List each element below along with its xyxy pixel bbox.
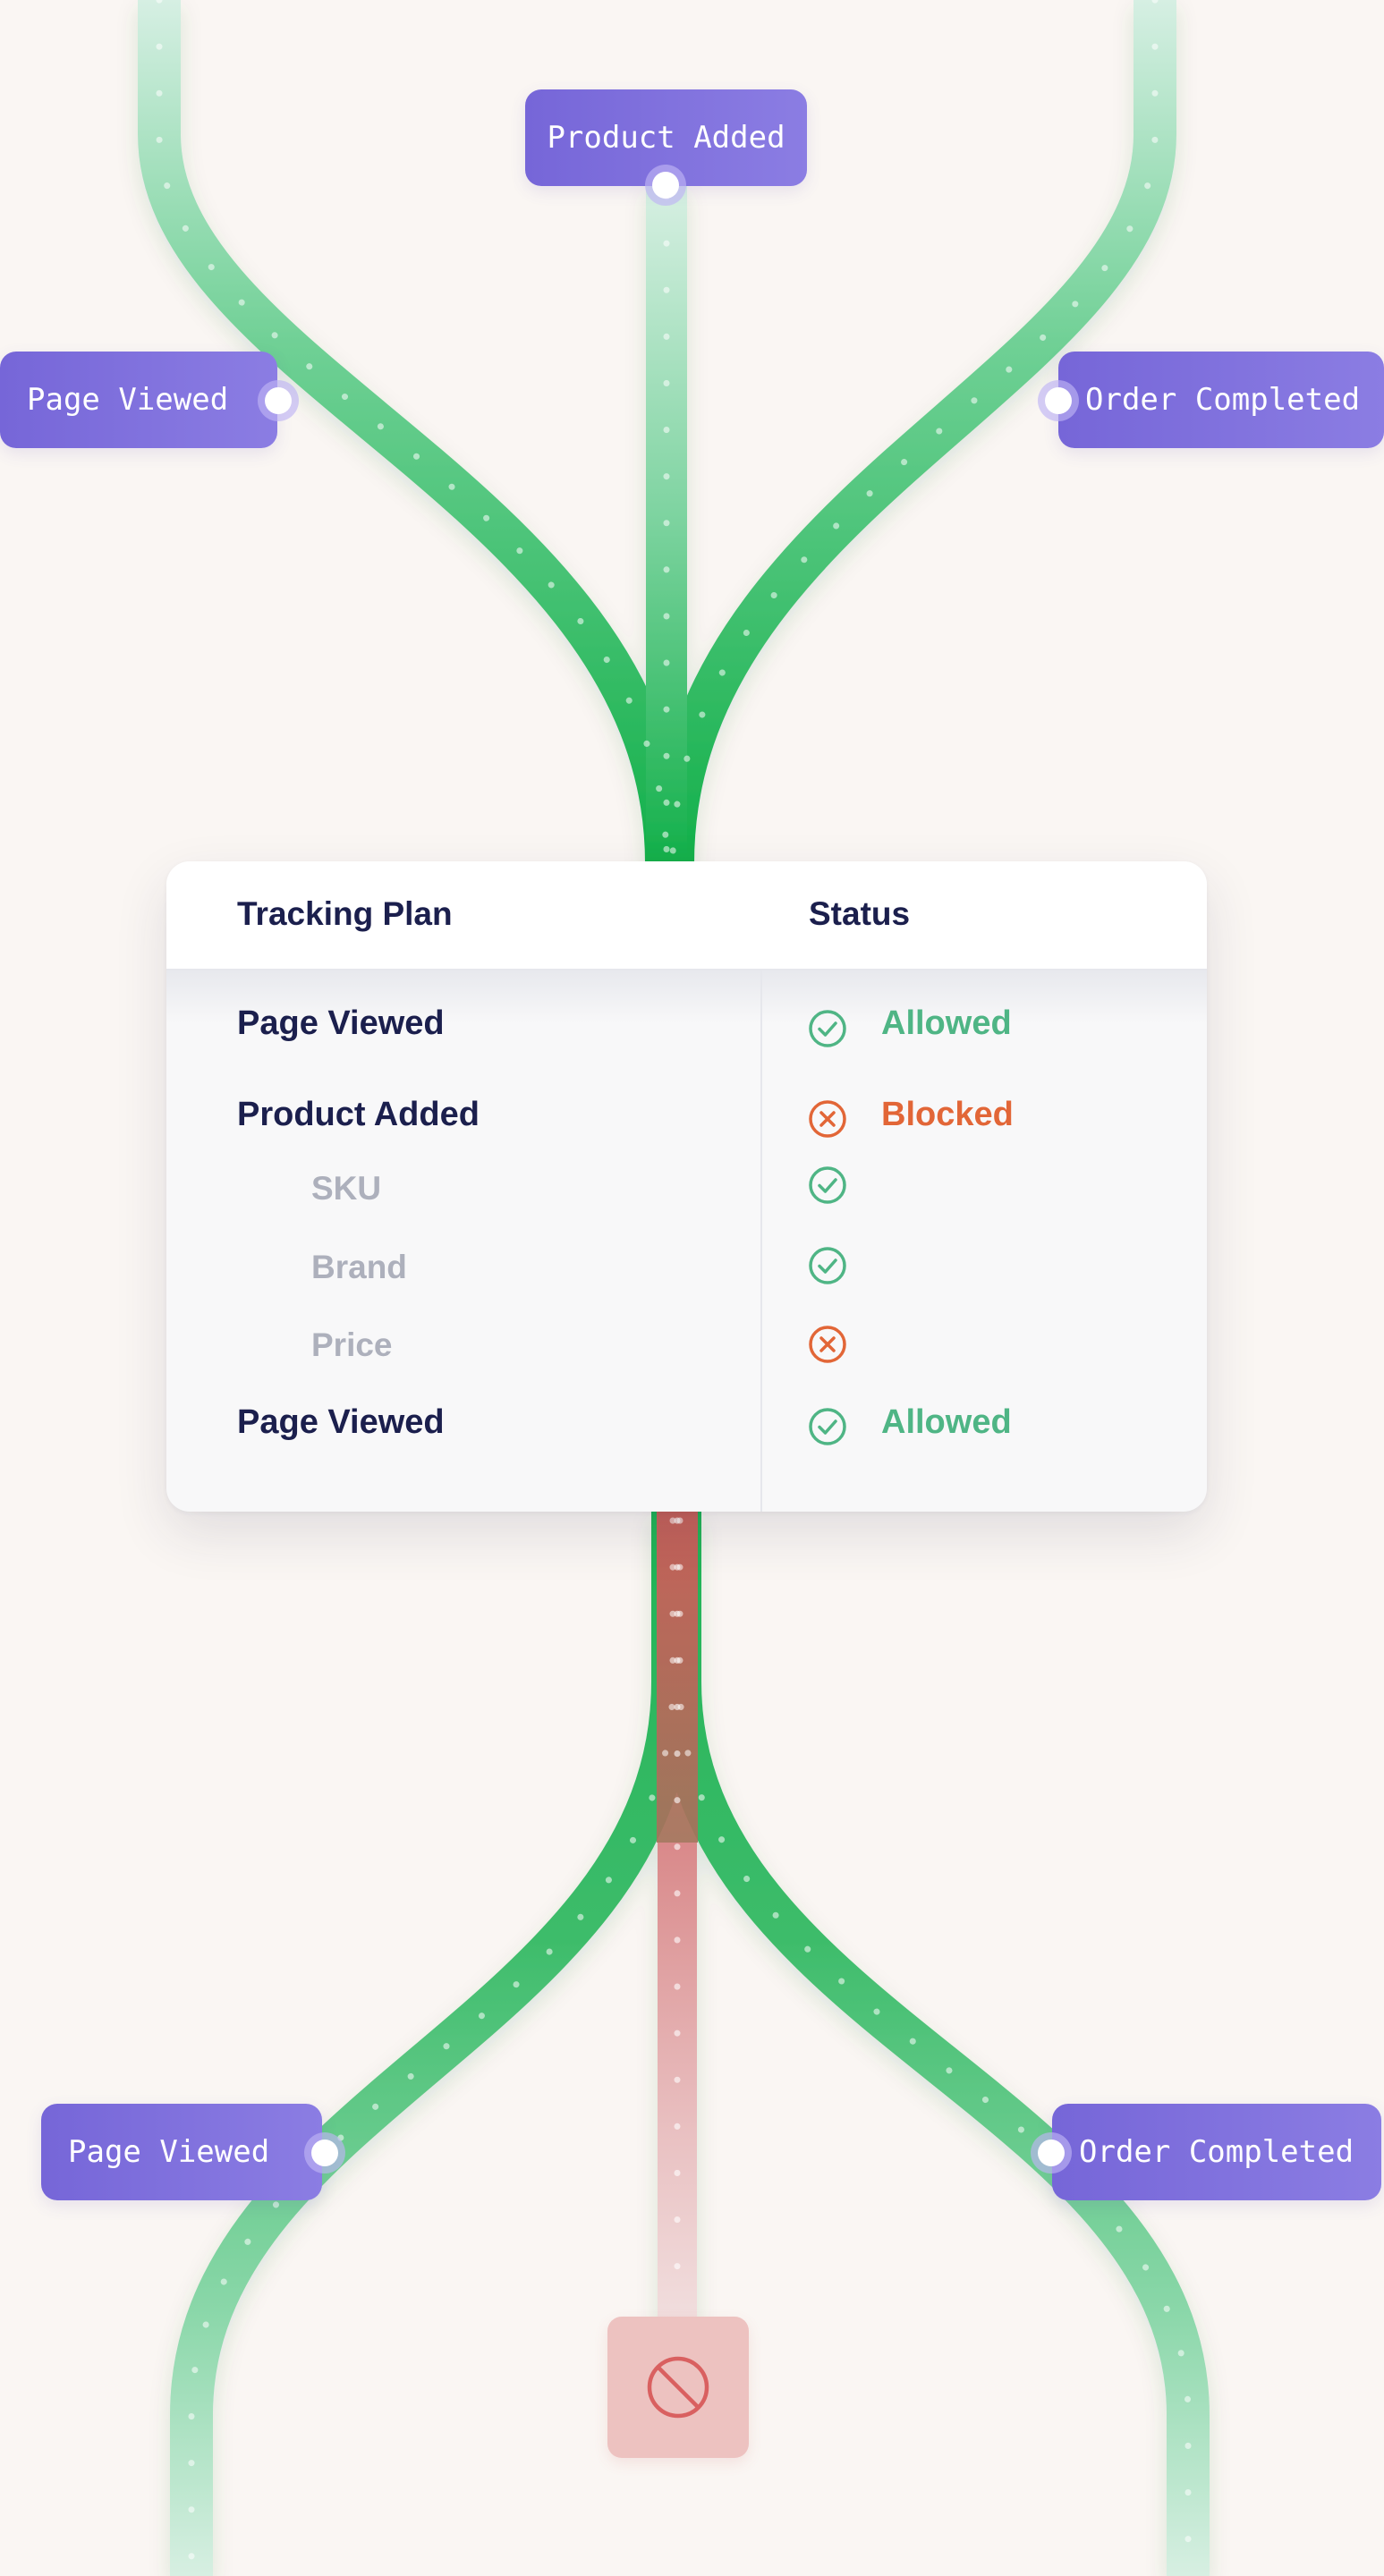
event-order-completed-chip[interactable]: Order Completed xyxy=(1058,352,1384,448)
check-circle-icon xyxy=(809,1166,846,1204)
event-page-viewed-chip[interactable]: Page Viewed xyxy=(0,352,277,448)
property-name: Brand xyxy=(311,1249,407,1285)
x-circle-icon xyxy=(809,1100,846,1138)
event-name: Page Viewed xyxy=(237,1004,445,1042)
check-circle-icon xyxy=(809,1247,846,1284)
event-label: Page Viewed xyxy=(68,2134,270,2170)
destination-page-viewed-chip[interactable]: Page Viewed xyxy=(41,2104,322,2200)
connection-port[interactable] xyxy=(311,2140,338,2166)
event-name: Page Viewed xyxy=(237,1403,445,1441)
connection-port[interactable] xyxy=(265,387,292,414)
property-name: Price xyxy=(311,1326,393,1363)
connection-port[interactable] xyxy=(1045,387,1072,414)
status-blocked: Blocked xyxy=(881,1096,1014,1133)
property-name: SKU xyxy=(311,1170,382,1207)
column-header-tracking-plan: Tracking Plan xyxy=(237,895,453,932)
event-label: Page Viewed xyxy=(27,382,229,418)
stream-order-completed-bottom xyxy=(658,1512,1210,2576)
status-allowed: Allowed xyxy=(881,1004,1012,1042)
table-header: Tracking Plan Status xyxy=(166,861,1207,970)
destination-order-completed-chip[interactable]: Order Completed xyxy=(1052,2104,1381,2200)
stream-page-viewed-bottom xyxy=(170,1512,694,2576)
column-divider xyxy=(760,970,762,1512)
event-name: Product Added xyxy=(237,1096,480,1133)
column-header-status: Status xyxy=(809,895,911,932)
connection-port[interactable] xyxy=(652,172,679,199)
event-label: Order Completed xyxy=(1085,382,1361,418)
check-circle-icon xyxy=(809,1010,846,1047)
connection-port[interactable] xyxy=(1038,2140,1065,2166)
blocked-destination xyxy=(607,2317,749,2458)
tracking-plan-table: Tracking Plan Status Page Viewed Allowed P… xyxy=(166,861,1207,1512)
x-circle-icon xyxy=(809,1326,846,1363)
check-circle-icon xyxy=(809,1408,846,1445)
status-allowed: Allowed xyxy=(881,1403,1012,1441)
prohibited-icon xyxy=(647,2356,709,2419)
event-label: Product Added xyxy=(547,120,785,156)
event-label: Order Completed xyxy=(1079,2134,1354,2170)
